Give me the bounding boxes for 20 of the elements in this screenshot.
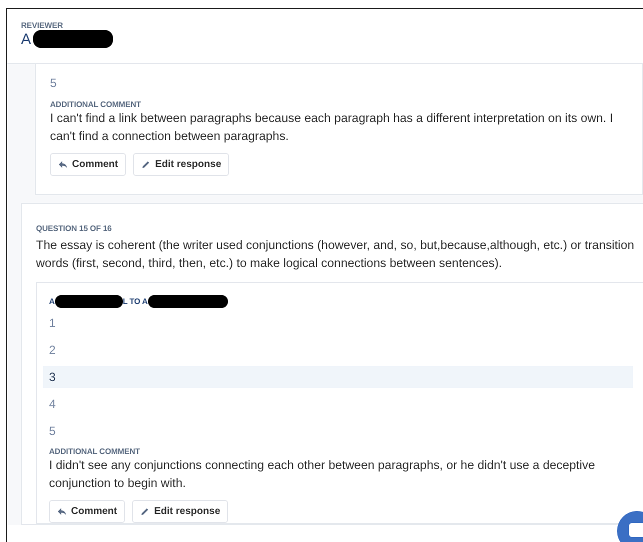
comment-text: I didn't see any conjunctions connecting each other between paragraphs, or he didn't use a deceptive conjunction to begin with. (49, 457, 596, 492)
comment-label: ADDITIONAL COMMENT (49, 447, 141, 456)
rating-option[interactable]: 3 (43, 366, 633, 388)
comment-button[interactable]: Comment (50, 153, 126, 176)
rating-option[interactable]: 1 (43, 312, 633, 334)
rating-option[interactable]: 2 (43, 339, 633, 361)
reviewer-name: A (21, 30, 32, 48)
rating-option[interactable]: 4 (43, 393, 633, 415)
reviewer-label: REVIEWER (21, 21, 64, 30)
edit-response-button[interactable]: Edit response (133, 153, 230, 176)
question-number: QUESTION 15 OF 16 (36, 224, 113, 233)
comment-button[interactable]: Comment (49, 500, 126, 523)
comment-text: I can't find a link between paragraphs because each paragraph has a different interpretation on its own. I can't find a connection between paragraphs. (50, 110, 614, 145)
scale-label: A (49, 297, 55, 306)
rating-option[interactable]: 5 (43, 420, 633, 442)
comment-label: ADDITIONAL COMMENT (50, 100, 142, 109)
scale-label: L TO A (122, 297, 148, 306)
question-text: The essay is coherent (the writer used conjunctions (however, and, so, but,because,although, etc.) or transition words (first, second, third, then, etc.) to make logical connections between sentences). (36, 237, 636, 272)
edit-response-button[interactable]: Edit response (132, 500, 228, 523)
selected-value: 5 (50, 76, 58, 90)
